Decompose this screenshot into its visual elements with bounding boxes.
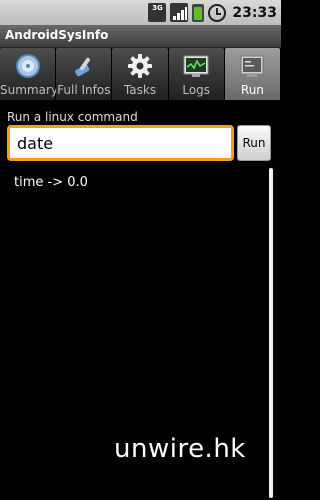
status-icons: 3G 23:33 [148,2,277,23]
tab-tasks-label: Tasks [123,83,157,97]
terminal-icon [240,55,264,77]
command-input[interactable] [7,125,234,161]
tab-tasks[interactable]: Tasks [112,48,168,100]
tab-full-infos[interactable]: Full Infos [56,48,112,100]
alarm-clock-icon [208,3,227,22]
log-chart-icon [183,55,209,77]
tab-summary-label: Summary [0,83,58,97]
battery-icon [192,3,205,22]
tab-logs-label: Logs [182,83,211,97]
tab-logs[interactable]: Logs [168,48,224,100]
status-time: 23:33 [232,4,277,21]
tab-run-label: Run [240,83,264,97]
app-title: AndroidSysInfo [5,28,109,42]
tab-run[interactable]: Run [224,48,281,100]
tab-summary[interactable]: Summary [0,48,58,100]
run-button[interactable]: Run [237,125,271,161]
network-type-label: 3G [152,4,163,12]
summary-icon [15,54,40,78]
command-label: Run a linux command [7,110,138,124]
network-3g-icon: 3G [148,3,167,22]
status-bar: 3G 23:33 [0,0,281,25]
app-title-bar: AndroidSysInfo [0,25,281,48]
signal-strength-icon [170,3,189,22]
output-scrollbar[interactable] [269,168,273,498]
gear-icon [128,54,152,78]
watermark-text: unwire.hk [114,434,246,464]
tab-bar: Summary Full Infos Tasks Logs Run [0,48,281,100]
tab-full-infos-label: Full Infos [57,83,111,97]
command-output: time -> 0.0 [14,175,88,190]
wrench-icon [74,57,90,77]
